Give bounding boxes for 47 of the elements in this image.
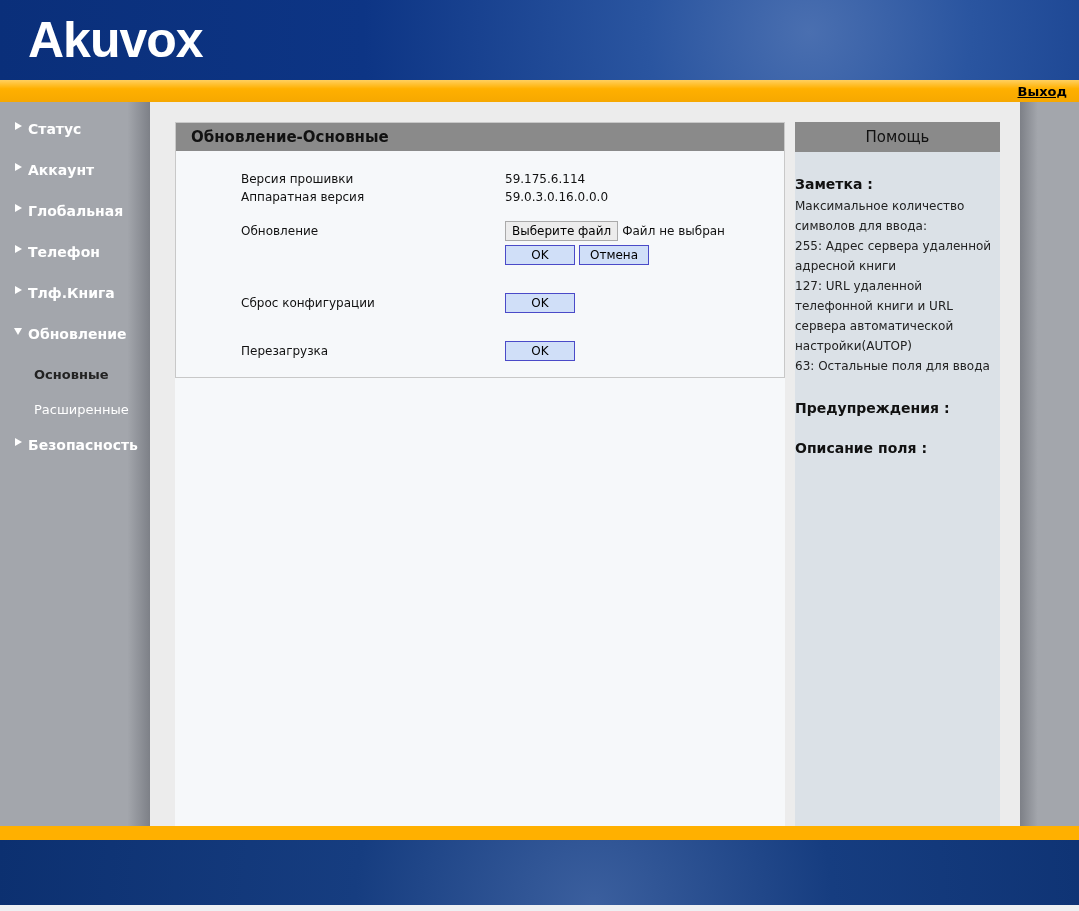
nav-label: Статус <box>28 120 82 137</box>
logo: Akuvox <box>28 11 203 69</box>
help-heading: Заметка : <box>795 176 874 192</box>
caret-right-icon <box>14 162 22 171</box>
caret-right-icon <box>14 121 22 130</box>
action-button[interactable]: OK <box>505 245 575 265</box>
choose-file-button[interactable]: Выберите файл <box>505 221 619 241</box>
field-label: Версия прошивки <box>241 171 355 187</box>
help-title: Помощь <box>795 122 1000 152</box>
action-button[interactable]: Отмена <box>579 245 649 265</box>
caret-right-icon <box>14 244 22 253</box>
subnav-item[interactable]: Расширенные <box>0 393 150 426</box>
field-value: 59.0.3.0.16.0.0.0 <box>505 189 610 205</box>
action-button[interactable]: OK <box>505 293 575 313</box>
nav-item[interactable]: Статус <box>0 112 150 145</box>
caret-right-icon <box>14 437 22 446</box>
panel-title: Обновление-Основные <box>176 123 784 151</box>
nav-item[interactable]: Аккаунт <box>0 153 150 186</box>
caret-down-icon <box>14 326 22 335</box>
field-label: Аппаратная версия <box>241 189 366 205</box>
field-label: Перезагрузка <box>241 343 330 359</box>
field-value: 59.175.6.114 <box>505 171 587 187</box>
nav-label: Обновление <box>28 325 127 342</box>
nav-item[interactable]: Телефон <box>0 235 150 268</box>
nav-label: Телефон <box>28 243 100 260</box>
help-text: 127: URL удаленной телефонной книги и URL сервера автоматической настройки(AUTOP) <box>795 278 955 355</box>
field-label: Сброс конфигурации <box>241 295 376 311</box>
field-label: Обновление <box>241 223 320 239</box>
nav-item[interactable]: Глобальная <box>0 194 150 227</box>
nav-item[interactable]: Тлф.Книга <box>0 276 150 309</box>
help-heading: Описание поля : <box>795 440 928 456</box>
nav-label: Безопасность <box>28 436 138 453</box>
help-text: 255: Адрес сервера удаленной адресной книги <box>795 238 993 275</box>
subnav-item[interactable]: Основные <box>0 358 150 391</box>
action-button[interactable]: OK <box>505 341 575 361</box>
nav-label: Аккаунт <box>28 161 95 178</box>
logout-link[interactable]: Выход <box>1017 83 1067 99</box>
help-text: 63: Остальные поля для ввода <box>795 358 991 375</box>
help-text: Максимальное количество символов для ввода: <box>795 198 966 235</box>
nav-item[interactable]: Безопасность <box>0 428 150 461</box>
caret-right-icon <box>14 285 22 294</box>
caret-right-icon <box>14 203 22 212</box>
help-heading: Предупреждения : <box>795 400 951 416</box>
nav-label: Тлф.Книга <box>28 284 115 301</box>
file-status: Файл не выбран <box>622 224 725 238</box>
nav-item[interactable]: Обновление <box>0 317 150 350</box>
nav-label: Глобальная <box>28 202 124 219</box>
